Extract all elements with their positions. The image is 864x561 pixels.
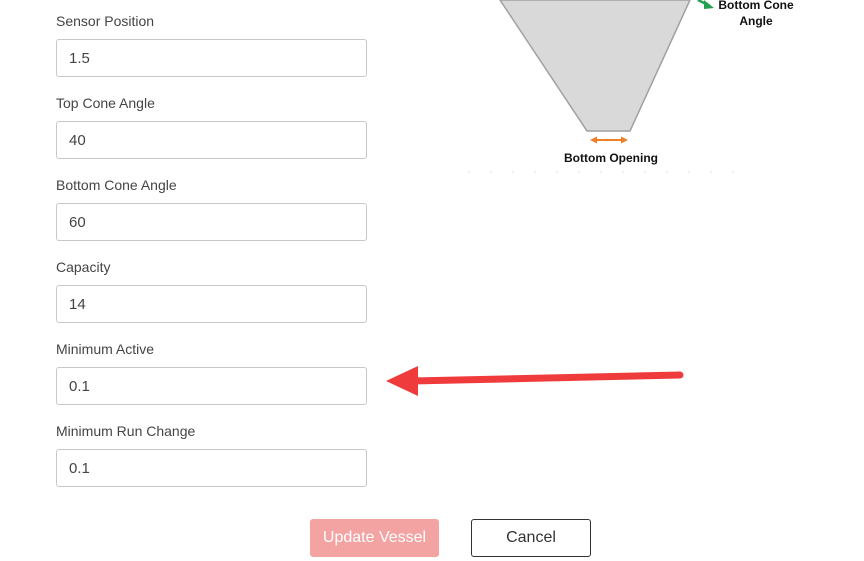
- top-cone-angle-label: Top Cone Angle: [56, 95, 155, 111]
- minimum-run-change-label: Minimum Run Change: [56, 423, 196, 439]
- bottom-cone-angle-text-line1: Bottom Cone: [718, 0, 794, 12]
- bottom-cone-angle-text-line2: Angle: [739, 14, 773, 28]
- sensor-position-input[interactable]: [56, 39, 367, 77]
- minimum-run-change-input[interactable]: [56, 449, 367, 487]
- cancel-button[interactable]: Cancel: [471, 519, 591, 557]
- update-vessel-button[interactable]: Update Vessel: [310, 519, 439, 557]
- angle-arrow-icon: [697, 0, 714, 9]
- sensor-position-label: Sensor Position: [56, 13, 155, 29]
- annotation-arrow-icon: [386, 366, 684, 396]
- capacity-input[interactable]: [56, 285, 367, 323]
- bottom-opening-label: Bottom Opening: [564, 151, 658, 165]
- bottom-cone-angle-label: Bottom Cone Angle: [56, 177, 177, 193]
- minimum-active-input[interactable]: [56, 367, 367, 405]
- cone-shape: [499, 0, 691, 132]
- vessel-cone-diagram: Bottom Cone Angle Bottom Opening: [468, 0, 794, 173]
- capacity-label: Capacity: [56, 259, 111, 275]
- top-cone-angle-input[interactable]: [56, 121, 367, 159]
- bottom-cone-angle-input[interactable]: [56, 203, 367, 241]
- minimum-active-label: Minimum Active: [56, 341, 155, 357]
- opening-width-arrow-icon: [590, 136, 628, 144]
